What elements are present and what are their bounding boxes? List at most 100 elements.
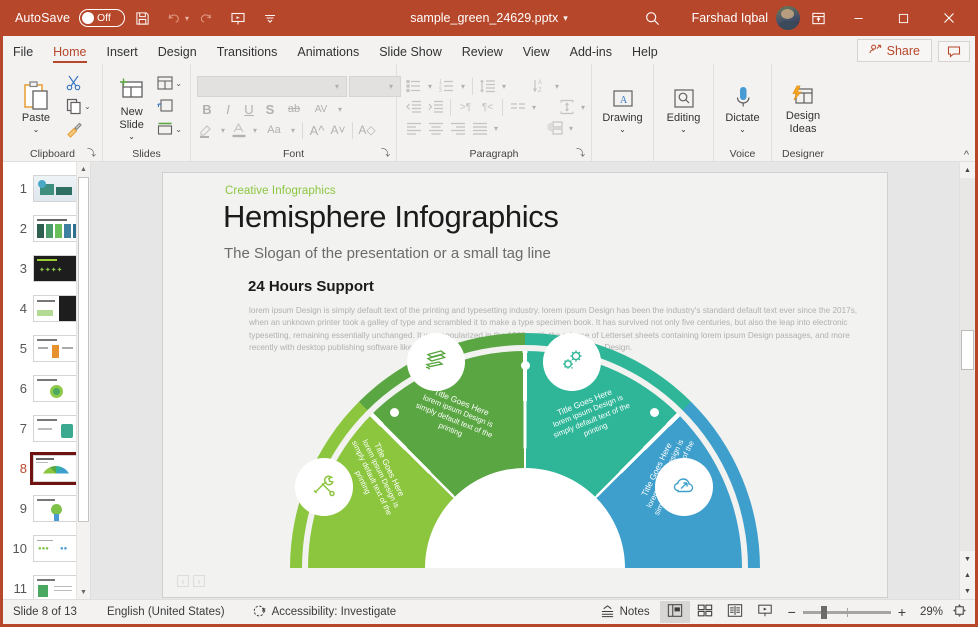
collapse-ribbon-chevron-icon[interactable]: ^: [964, 149, 969, 161]
editing-dropdown-caret[interactable]: ⌄: [680, 125, 687, 134]
align-center-icon[interactable]: [425, 118, 446, 138]
slide-subheading[interactable]: 24 Hours Support: [248, 278, 374, 295]
thumbnail-scroll-down-icon[interactable]: ▼: [77, 585, 90, 599]
minimize-button[interactable]: [836, 2, 881, 34]
font-dialog-launcher[interactable]: ⤵: [381, 146, 390, 159]
zoom-out-button[interactable]: −: [788, 604, 796, 620]
paragraph-dialog-launcher[interactable]: ⤵: [576, 146, 585, 159]
font-color-caret[interactable]: ▾: [250, 126, 260, 135]
thumbnail-image[interactable]: [33, 174, 77, 202]
line-spacing-caret[interactable]: ▾: [499, 82, 509, 91]
document-title-caret[interactable]: ▾: [563, 13, 568, 24]
character-spacing-caret[interactable]: ▾: [335, 105, 345, 114]
character-spacing-button[interactable]: AV: [308, 99, 334, 120]
change-case-icon[interactable]: Aa: [261, 120, 287, 141]
ribbon-display-options-icon[interactable]: [800, 3, 836, 33]
main-vertical-scrollbar[interactable]: ▲ ▼ ▲ ▼: [959, 162, 975, 599]
font-size-input[interactable]: ▾: [349, 75, 401, 97]
save-icon[interactable]: [127, 5, 157, 31]
increase-indent-icon[interactable]: [425, 97, 446, 117]
justify-caret[interactable]: ▾: [491, 124, 501, 133]
tab-animations[interactable]: Animations: [287, 42, 369, 64]
font-name-caret[interactable]: ▾: [332, 82, 342, 91]
redo-icon[interactable]: [191, 5, 221, 31]
slide-slogan[interactable]: The Slogan of the presentation or a smal…: [224, 245, 551, 262]
tab-insert[interactable]: Insert: [97, 42, 148, 64]
text-highlight-caret[interactable]: ▾: [218, 126, 228, 135]
grow-font-icon[interactable]: A^: [307, 120, 327, 141]
close-button[interactable]: [926, 2, 971, 34]
next-slide-button[interactable]: ▼: [960, 583, 975, 599]
slide-sorter-view-button[interactable]: [690, 601, 720, 623]
format-painter-button[interactable]: [63, 118, 93, 140]
thumbnail-scrollbar[interactable]: ▲ ▼: [76, 162, 90, 599]
slide-show-view-button[interactable]: [750, 601, 780, 623]
new-slide-dropdown-caret[interactable]: ⌄: [128, 132, 135, 141]
clear-formatting-icon[interactable]: A◇: [357, 120, 377, 141]
copy-dropdown-caret[interactable]: ⌄: [84, 102, 91, 111]
align-left-icon[interactable]: [403, 118, 424, 138]
dictate-button[interactable]: Dictate ⌄: [720, 76, 765, 136]
columns-caret[interactable]: ▾: [529, 103, 539, 112]
tab-design[interactable]: Design: [148, 42, 207, 64]
segment-badge-4[interactable]: [655, 458, 713, 516]
columns-icon[interactable]: [507, 97, 528, 117]
font-size-caret[interactable]: ▾: [386, 82, 396, 91]
thumbnail-scroll-up-icon[interactable]: ▲: [77, 162, 90, 176]
sort-icon[interactable]: A Z: [530, 76, 551, 96]
tab-view[interactable]: View: [513, 42, 560, 64]
document-title[interactable]: sample_green_24629.pptx: [410, 11, 558, 25]
sort-caret[interactable]: ▾: [552, 82, 562, 91]
align-right-icon[interactable]: [447, 118, 468, 138]
layout-dropdown-caret[interactable]: ⌄: [175, 79, 182, 88]
drawing-dropdown-caret[interactable]: ⌄: [619, 125, 626, 134]
thumbnail-image[interactable]: [33, 414, 77, 442]
justify-icon[interactable]: [469, 118, 490, 138]
slide-canvas[interactable]: Creative Infographics Hemisphere Infogra…: [162, 172, 888, 598]
slide-title[interactable]: Hemisphere Infographics: [223, 199, 559, 235]
dictate-dropdown-caret[interactable]: ⌄: [739, 125, 746, 134]
language-indicator[interactable]: English (United States): [87, 600, 235, 624]
section-button[interactable]: ⌄: [154, 118, 184, 140]
thumbnail-image[interactable]: [33, 214, 77, 242]
reading-view-button[interactable]: [720, 601, 750, 623]
share-button[interactable]: Share: [856, 39, 932, 62]
italic-button[interactable]: I: [218, 99, 238, 120]
thumbnail-image[interactable]: [33, 294, 77, 322]
align-text-caret[interactable]: ▾: [578, 103, 588, 112]
user-name[interactable]: Farshad Iqbal: [692, 11, 768, 25]
scroll-up-icon[interactable]: ▲: [960, 162, 975, 178]
paste-dropdown-caret[interactable]: ⌄: [33, 125, 40, 134]
start-presentation-icon[interactable]: [223, 5, 253, 31]
thumbnail-image[interactable]: ✦✦✦✦: [33, 254, 77, 282]
segment-badge-3[interactable]: [543, 333, 601, 391]
zoom-control[interactable]: − + 29%: [780, 603, 975, 621]
comments-icon[interactable]: [938, 41, 970, 62]
tab-review[interactable]: Review: [452, 42, 513, 64]
thumbnail-image[interactable]: [33, 334, 77, 362]
slide-counter[interactable]: Slide 8 of 13: [3, 600, 87, 624]
numbering-caret[interactable]: ▾: [458, 82, 468, 91]
autosave-toggle[interactable]: Off: [79, 9, 126, 27]
search-icon[interactable]: [632, 3, 674, 33]
zoom-slider-thumb[interactable]: [820, 605, 827, 619]
normal-view-button[interactable]: [659, 601, 690, 623]
tab-home[interactable]: Home: [43, 42, 96, 64]
segment-badge-1[interactable]: [295, 458, 353, 516]
slide-canvas-area[interactable]: Creative Infographics Hemisphere Infogra…: [91, 162, 959, 599]
accessibility-status[interactable]: Accessibility: Investigate: [235, 600, 407, 624]
font-name-input[interactable]: ▾: [197, 75, 347, 97]
undo-icon[interactable]: [159, 5, 189, 31]
bold-button[interactable]: B: [197, 99, 217, 120]
section-dropdown-caret[interactable]: ⌄: [175, 125, 182, 134]
thumbnail-image-selected[interactable]: [30, 451, 80, 485]
placeholder-next-arrow[interactable]: ›: [193, 575, 205, 587]
placeholder-prev-arrow[interactable]: ‹: [177, 575, 189, 587]
notes-button[interactable]: Notes: [590, 600, 660, 624]
thumbnail-scroll-thumb[interactable]: [78, 177, 89, 522]
tab-transitions[interactable]: Transitions: [207, 42, 288, 64]
tab-slide-show[interactable]: Slide Show: [369, 42, 452, 64]
bullets-icon[interactable]: [403, 76, 424, 96]
copy-button[interactable]: ⌄: [63, 95, 93, 117]
shrink-font-icon[interactable]: A˅: [328, 120, 348, 141]
